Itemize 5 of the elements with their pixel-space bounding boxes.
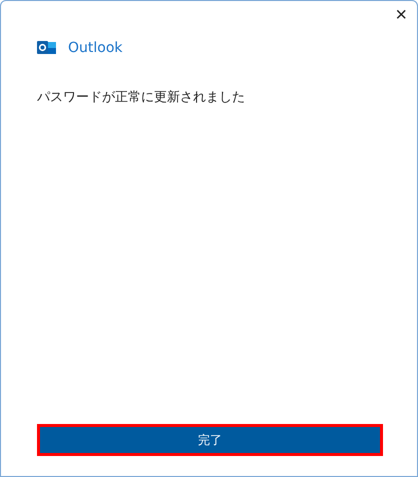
close-button[interactable]: × bbox=[389, 1, 413, 29]
app-name: Outlook bbox=[68, 40, 123, 56]
outlook-logo-icon bbox=[37, 40, 56, 56]
done-button[interactable]: 完了 bbox=[37, 424, 383, 456]
success-message: パスワードが正常に更新されました bbox=[37, 89, 246, 106]
